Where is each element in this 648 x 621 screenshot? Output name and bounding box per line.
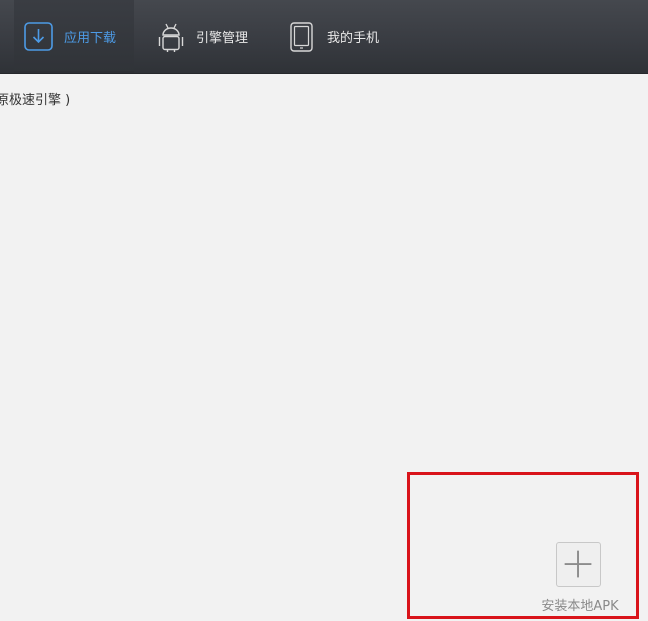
install-local-apk-button[interactable] — [556, 542, 601, 587]
tab-label-my-phone: 我的手机 — [327, 31, 380, 46]
install-local-apk-label[interactable]: 安装本地APK — [532, 595, 628, 614]
android-icon — [158, 23, 184, 52]
tab-label-app-download: 应用下载 — [64, 31, 117, 46]
phone-icon — [290, 21, 313, 52]
active-tab-indicator — [14, 71, 134, 73]
plus-icon — [564, 550, 592, 578]
top-navigation-bar: 应用下载 引擎管理 我的手机 — [0, 0, 648, 74]
tab-engine-management[interactable]: 引擎管理 — [150, 0, 270, 73]
tab-my-phone[interactable]: 我的手机 — [282, 0, 402, 73]
tab-label-engine-management: 引擎管理 — [196, 31, 249, 46]
engine-status-text: 原极速引擎 ) — [0, 93, 71, 108]
app-window: 应用下载 引擎管理 我的手机 原极速引擎) 安装本地APK — [0, 0, 648, 621]
tab-app-download[interactable]: 应用下载 — [14, 0, 134, 73]
download-icon — [24, 21, 53, 51]
